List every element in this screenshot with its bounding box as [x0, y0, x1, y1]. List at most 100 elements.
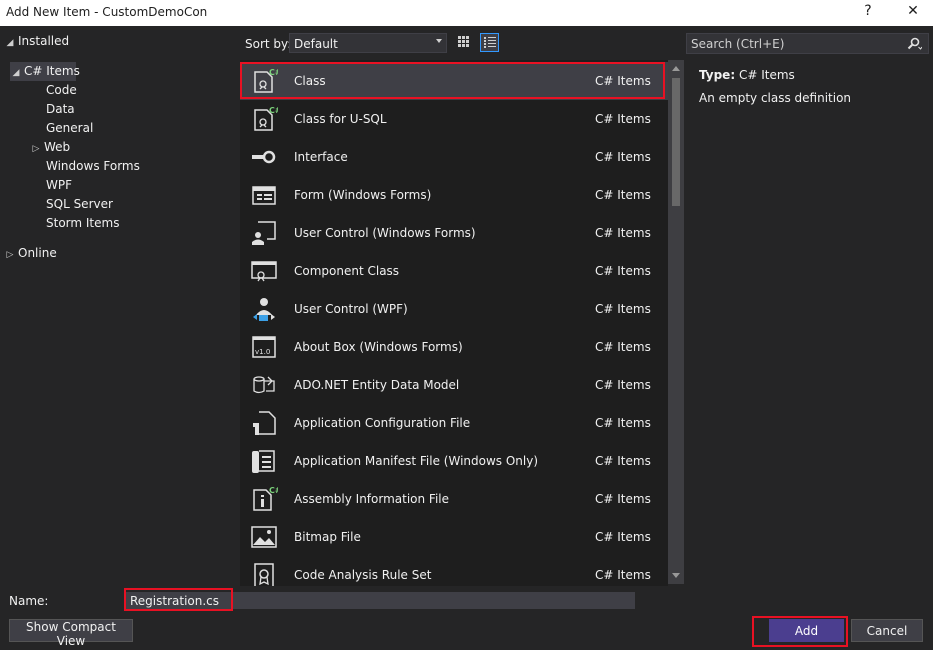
bitmap-icon [251, 526, 277, 548]
tree-item-general[interactable]: General [46, 119, 93, 138]
assembly-info-icon: C# [253, 486, 278, 511]
tree-item-csharp-items[interactable]: ◢ C# Items [10, 62, 80, 83]
template-row[interactable]: Form (Windows Forms) C# Items [240, 176, 668, 214]
tree-item-wpf[interactable]: WPF [46, 176, 72, 195]
template-name: User Control (Windows Forms) [294, 226, 476, 240]
template-row[interactable]: Application Configuration File C# Items [240, 404, 668, 442]
template-row[interactable]: Application Manifest File (Windows Only)… [240, 442, 668, 480]
template-category: C# Items [595, 568, 651, 582]
details-type-label: Type: [699, 68, 736, 82]
search-placeholder: Search (Ctrl+E) [691, 37, 785, 51]
template-row[interactable]: User Control (Windows Forms) C# Items [240, 214, 668, 252]
dropdown-arrow-icon [436, 39, 442, 43]
search-icon[interactable] [906, 37, 922, 51]
template-category: C# Items [595, 74, 651, 88]
scroll-thumb[interactable] [672, 78, 680, 206]
rule-set-icon [254, 563, 274, 586]
svg-text:C#: C# [269, 486, 278, 495]
template-list: C# Class C# Items C# Class for U-SQL C# … [240, 60, 668, 586]
details-description: An empty class definition [699, 91, 852, 105]
user-control-icon [252, 221, 276, 245]
config-file-icon [253, 411, 276, 435]
small-icons-view-button[interactable] [455, 33, 474, 52]
tree-item-storm-items[interactable]: Storm Items [46, 214, 119, 233]
template-name: ADO.NET Entity Data Model [294, 378, 460, 392]
tree-label: C# Items [24, 64, 80, 78]
template-name: Bitmap File [294, 530, 361, 544]
template-row[interactable]: v1.0 About Box (Windows Forms) C# Items [240, 328, 668, 366]
template-row[interactable]: Bitmap File C# Items [240, 518, 668, 556]
tree-label: Web [44, 140, 71, 154]
category-tree: ◢ Installed ◢ C# Items Code Data General ▷… [0, 26, 240, 586]
tree-label: Installed [18, 34, 70, 48]
template-name: Code Analysis Rule Set [294, 568, 432, 582]
template-category: C# Items [595, 112, 651, 126]
collapse-arrow-icon[interactable]: ◢ [10, 64, 22, 83]
expand-arrow-icon[interactable]: ▷ [30, 140, 42, 159]
template-name: Interface [294, 150, 348, 164]
name-field[interactable] [126, 592, 635, 609]
template-name: Application Configuration File [294, 416, 471, 430]
template-category: C# Items [595, 530, 651, 544]
tree-item-online[interactable]: ▷ Online [4, 244, 57, 263]
grid-view-icon [458, 36, 469, 47]
add-button[interactable]: Add [769, 619, 844, 642]
list-view-icon [484, 37, 496, 48]
template-category: C# Items [595, 302, 651, 316]
close-button[interactable]: ✕ [903, 3, 923, 19]
template-category: C# Items [595, 416, 651, 430]
template-category: C# Items [595, 188, 651, 202]
class-icon: C# [254, 68, 278, 93]
interface-icon [252, 150, 276, 164]
details-type: Type: C# Items [699, 68, 795, 82]
tree-item-installed[interactable]: ◢ Installed [4, 32, 70, 53]
template-name: Class [294, 74, 326, 88]
template-row[interactable]: ADO.NET Entity Data Model C# Items [240, 366, 668, 404]
list-scrollbar[interactable] [668, 60, 684, 584]
tree-item-code[interactable]: Code [46, 81, 77, 100]
tree-item-sql-server[interactable]: SQL Server [46, 195, 113, 214]
cancel-button[interactable]: Cancel [851, 619, 923, 642]
sort-toolbar: Sort by: Default [240, 26, 670, 60]
scroll-down-arrow-icon[interactable] [672, 573, 680, 578]
template-category: C# Items [595, 378, 651, 392]
template-category: C# Items [595, 150, 651, 164]
svg-text:C#: C# [269, 106, 278, 115]
name-label: Name: [9, 594, 49, 608]
help-button[interactable]: ? [858, 3, 878, 19]
template-name: About Box (Windows Forms) [294, 340, 463, 354]
template-row[interactable]: C# Class C# Items [240, 62, 668, 100]
list-view-button[interactable] [480, 33, 499, 52]
tree-item-data[interactable]: Data [46, 100, 75, 119]
details-type-value: C# Items [738, 68, 795, 82]
title-bar: Add New Item - CustomDemoCon ? ✕ [0, 0, 933, 26]
sort-dropdown[interactable]: Default [289, 33, 447, 53]
show-compact-view-button[interactable]: Show Compact View [9, 619, 133, 648]
template-row[interactable]: Interface C# Items [240, 138, 668, 176]
template-name: Form (Windows Forms) [294, 188, 432, 202]
template-category: C# Items [595, 340, 651, 354]
scroll-up-arrow-icon[interactable] [672, 66, 680, 71]
collapse-arrow-icon[interactable]: ◢ [4, 34, 16, 53]
template-row[interactable]: User Control (WPF) C# Items [240, 290, 668, 328]
class-usql-icon: C# [254, 106, 278, 131]
template-row[interactable]: C# Class for U-SQL C# Items [240, 100, 668, 138]
template-row[interactable]: Code Analysis Rule Set C# Items [240, 556, 668, 586]
entity-data-model-icon [253, 376, 275, 394]
component-class-icon [251, 261, 277, 282]
search-input[interactable]: Search (Ctrl+E) [686, 33, 929, 54]
tree-item-windows-forms[interactable]: Windows Forms [46, 157, 140, 176]
window-title: Add New Item - CustomDemoCon [6, 5, 208, 19]
template-category: C# Items [595, 226, 651, 240]
about-box-icon: v1.0 [252, 336, 276, 358]
template-row[interactable]: Component Class C# Items [240, 252, 668, 290]
tree-item-web[interactable]: ▷ Web [30, 138, 71, 159]
template-category: C# Items [595, 454, 651, 468]
template-row[interactable]: C# Assembly Information File C# Items [240, 480, 668, 518]
template-name: Class for U-SQL [294, 112, 387, 126]
template-name: Application Manifest File (Windows Only) [294, 454, 539, 468]
user-control-wpf-icon [253, 298, 275, 321]
svg-text:C#: C# [269, 68, 278, 77]
expand-arrow-icon[interactable]: ▷ [4, 246, 16, 265]
manifest-file-icon [252, 450, 275, 473]
